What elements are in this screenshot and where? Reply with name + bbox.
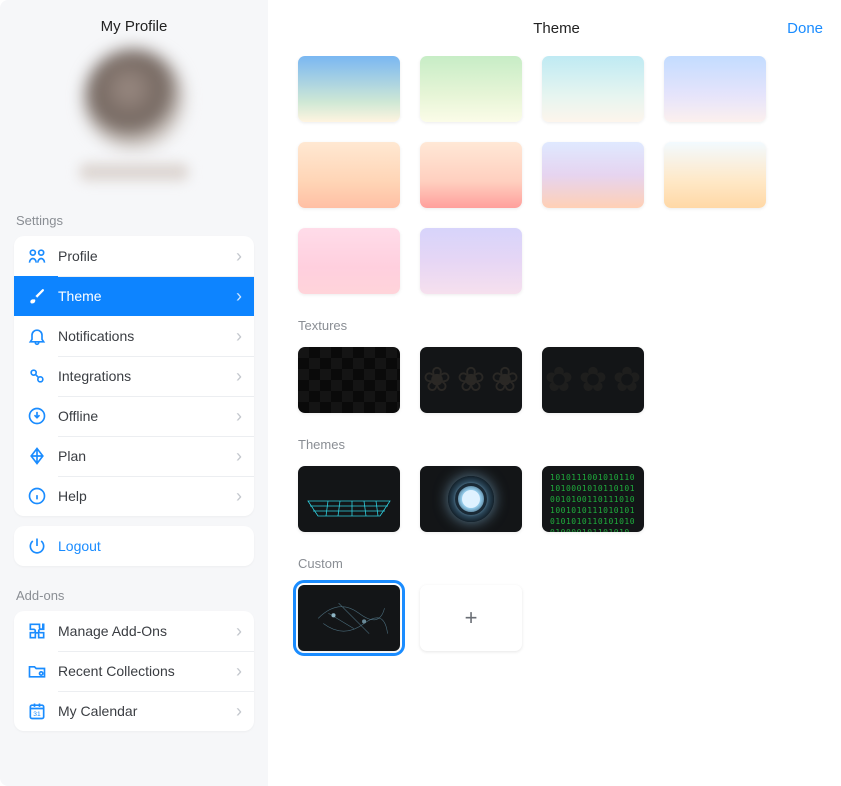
- bell-icon: [26, 325, 48, 347]
- sidebar-item-profile[interactable]: Profile ›: [14, 236, 254, 276]
- gradient-tile[interactable]: [298, 228, 400, 294]
- settings-menu: Profile › Theme › Notifications › Integr…: [14, 236, 254, 516]
- avatar[interactable]: [84, 49, 184, 149]
- theme-tile-binary[interactable]: 1010111001010110101000101011010100101001…: [542, 466, 644, 532]
- sidebar-item-recent-collections[interactable]: Recent Collections ›: [14, 651, 254, 691]
- theme-tile-reactor[interactable]: [420, 466, 522, 532]
- themes-heading: Themes: [298, 437, 811, 452]
- settings-label: Settings: [0, 203, 268, 236]
- theme-tile-grid[interactable]: [298, 466, 400, 532]
- chevron-right-icon: ›: [236, 487, 242, 505]
- calendar-icon: 31: [26, 700, 48, 722]
- texture-tile-checker[interactable]: [298, 347, 400, 413]
- menu-label: Manage Add-Ons: [58, 623, 236, 639]
- logout-card: Logout: [14, 526, 254, 566]
- menu-label: Notifications: [58, 328, 236, 344]
- menu-label: Integrations: [58, 368, 236, 384]
- chevron-right-icon: ›: [236, 447, 242, 465]
- download-icon: [26, 405, 48, 427]
- gradient-tile[interactable]: [298, 56, 400, 122]
- chevron-right-icon: ›: [236, 702, 242, 720]
- add-custom-button[interactable]: +: [420, 585, 522, 651]
- chevron-right-icon: ›: [236, 247, 242, 265]
- menu-label: Profile: [58, 248, 236, 264]
- gradient-tile[interactable]: [664, 56, 766, 122]
- menu-label: Logout: [58, 538, 242, 554]
- texture-tile-damask-dark[interactable]: ✿✿✿: [542, 347, 644, 413]
- folder-icon: [26, 660, 48, 682]
- sidebar-item-plan[interactable]: Plan ›: [14, 436, 254, 476]
- sidebar-item-my-calendar[interactable]: 31 My Calendar ›: [14, 691, 254, 731]
- done-button[interactable]: Done: [787, 20, 823, 37]
- profile-icon: [26, 245, 48, 267]
- chevron-right-icon: ›: [236, 407, 242, 425]
- textures-heading: Textures: [298, 318, 811, 333]
- menu-label: Theme: [58, 288, 236, 304]
- info-icon: [26, 485, 48, 507]
- addons-label: Add-ons: [0, 578, 268, 611]
- gradient-tile[interactable]: [298, 142, 400, 208]
- svg-text:31: 31: [33, 711, 41, 718]
- custom-grid: +: [298, 585, 811, 651]
- chevron-right-icon: ›: [236, 287, 242, 305]
- custom-heading: Custom: [298, 556, 811, 571]
- main-panel: Theme Done Textures ❀❀❀ ✿✿✿: [268, 0, 841, 786]
- content-scroll[interactable]: Textures ❀❀❀ ✿✿✿ Themes 1010111001010110…: [268, 56, 841, 786]
- puzzle-icon: [26, 620, 48, 642]
- gradient-tile[interactable]: [420, 56, 522, 122]
- sidebar-item-manage-addons[interactable]: Manage Add-Ons ›: [14, 611, 254, 651]
- chevron-right-icon: ›: [236, 662, 242, 680]
- sidebar-item-logout[interactable]: Logout: [14, 526, 254, 566]
- gradient-tile[interactable]: [664, 142, 766, 208]
- gradient-grid: [298, 56, 811, 294]
- avatar-section: [0, 49, 268, 203]
- plus-icon: +: [465, 605, 478, 631]
- header: Theme Done: [268, 0, 841, 56]
- link-icon: [26, 365, 48, 387]
- themes-grid: 1010111001010110101000101011010100101001…: [298, 466, 811, 532]
- sidebar-title: My Profile: [0, 0, 268, 49]
- power-icon: [26, 535, 48, 557]
- avatar-name: [79, 163, 189, 181]
- menu-label: Offline: [58, 408, 236, 424]
- addons-menu: Manage Add-Ons › Recent Collections › 31…: [14, 611, 254, 731]
- page-title: Theme: [326, 20, 787, 37]
- texture-tile-damask[interactable]: ❀❀❀: [420, 347, 522, 413]
- sidebar-item-theme[interactable]: Theme ›: [14, 276, 254, 316]
- brush-icon: [26, 285, 48, 307]
- sidebar-item-offline[interactable]: Offline ›: [14, 396, 254, 436]
- sidebar: My Profile Settings Profile › Theme › No…: [0, 0, 268, 786]
- diamond-icon: [26, 445, 48, 467]
- gradient-tile[interactable]: [542, 56, 644, 122]
- menu-label: Recent Collections: [58, 663, 236, 679]
- custom-tile-selected[interactable]: [298, 585, 400, 651]
- textures-grid: ❀❀❀ ✿✿✿: [298, 347, 811, 413]
- sidebar-item-help[interactable]: Help ›: [14, 476, 254, 516]
- chevron-right-icon: ›: [236, 327, 242, 345]
- gradient-tile[interactable]: [420, 142, 522, 208]
- chevron-right-icon: ›: [236, 622, 242, 640]
- menu-label: My Calendar: [58, 703, 236, 719]
- chevron-right-icon: ›: [236, 367, 242, 385]
- gradient-tile[interactable]: [420, 228, 522, 294]
- sidebar-item-notifications[interactable]: Notifications ›: [14, 316, 254, 356]
- sidebar-item-integrations[interactable]: Integrations ›: [14, 356, 254, 396]
- menu-label: Plan: [58, 448, 236, 464]
- menu-label: Help: [58, 488, 236, 504]
- gradient-tile[interactable]: [542, 142, 644, 208]
